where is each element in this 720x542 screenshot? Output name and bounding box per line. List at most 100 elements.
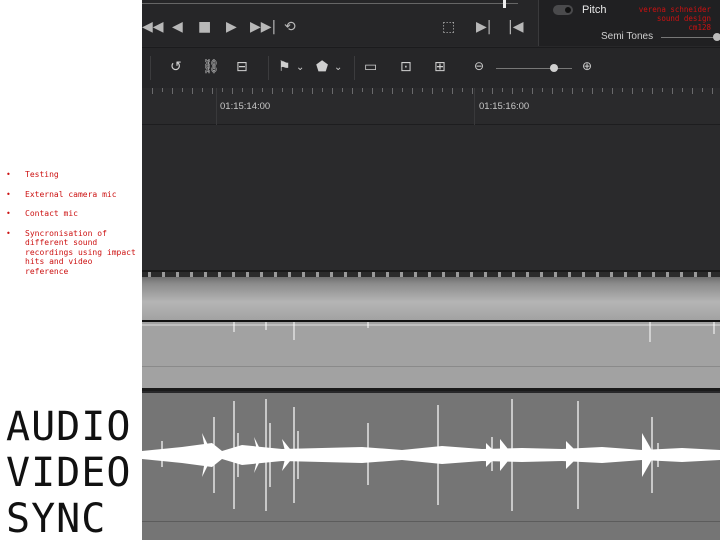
- ruler-tick: [202, 88, 203, 92]
- credit-text: verena schneider sound design cm128: [639, 5, 711, 32]
- scrub-bar[interactable]: [142, 3, 518, 4]
- ruler-tick: [332, 88, 333, 94]
- semitones-slider[interactable]: [661, 37, 717, 38]
- next-clip-icon[interactable]: ▶|: [476, 19, 491, 35]
- flag-icon[interactable]: ⚑: [278, 59, 291, 75]
- toolbar-divider: [354, 56, 355, 80]
- ruler-tick: [602, 88, 603, 92]
- ruler-tick: [712, 88, 713, 94]
- rewind-icon[interactable]: ◀◀: [142, 19, 164, 35]
- zoom-custom-icon[interactable]: ⊞: [434, 59, 446, 75]
- bullet-item: External camera mic: [6, 190, 140, 200]
- ruler-tick: [692, 88, 693, 94]
- ruler-tick: [492, 88, 493, 94]
- fullscreen-icon[interactable]: ⬚: [442, 19, 455, 35]
- chevron-down-icon[interactable]: ⌄: [296, 62, 304, 73]
- ruler-tick: [232, 88, 233, 94]
- ruler-tick: [412, 88, 413, 94]
- ruler-tick: [472, 88, 473, 94]
- semitones-slider-knob[interactable]: [713, 33, 720, 41]
- slide-text-panel: Testing External camera mic Contact mic …: [0, 0, 142, 542]
- ruler-tick: [672, 88, 673, 94]
- ruler-tick: [592, 88, 593, 94]
- timecode-label: 01:15:16:00: [479, 101, 530, 112]
- ruler-tick: [562, 88, 563, 92]
- lock-icon[interactable]: ⊟: [236, 59, 248, 75]
- ruler-tick: [512, 88, 513, 94]
- ruler-tick: [302, 88, 303, 92]
- zoom-slider-knob[interactable]: [550, 64, 558, 72]
- pitch-label: Pitch: [582, 4, 607, 16]
- ruler-tick: [342, 88, 343, 92]
- video-clip[interactable]: [142, 270, 720, 322]
- playhead-handle[interactable]: [503, 0, 506, 8]
- bullet-list: Testing External camera mic Contact mic …: [6, 170, 140, 286]
- marker-icon[interactable]: ⬟: [316, 59, 328, 75]
- ruler-tick: [552, 88, 553, 94]
- timeline-toolbar: ↺ ⛓ ⊟ ⚑ ⌄ ⬟ ⌄ ▭ ⊡ ⊞ ⊖ ⊕: [142, 47, 720, 89]
- ruler-tick: [152, 88, 153, 94]
- film-sprockets: [142, 272, 720, 277]
- step-back-icon[interactable]: ◀: [172, 19, 183, 35]
- ruler-tick: [252, 88, 253, 94]
- bullet-item: Syncronisation of different sound record…: [6, 229, 140, 277]
- ruler-tick: [392, 88, 393, 94]
- fast-forward-icon[interactable]: ▶▶|: [250, 19, 276, 35]
- ruler-tick: [652, 88, 653, 94]
- zoom-detail-icon[interactable]: ⊡: [400, 59, 412, 75]
- snap-icon[interactable]: ↺: [170, 59, 182, 75]
- bullet-item: Testing: [6, 170, 140, 180]
- ruler-tick: [542, 88, 543, 92]
- link-icon[interactable]: ⛓: [202, 59, 220, 75]
- timecode-label: 01:15:14:00: [220, 101, 271, 112]
- chevron-down-icon[interactable]: ⌄: [334, 62, 342, 73]
- pitch-toggle[interactable]: [553, 5, 573, 15]
- audio-clip-camera[interactable]: [142, 322, 720, 391]
- ruler-tick: [422, 88, 423, 92]
- ruler-tick: [182, 88, 183, 92]
- zoom-full-icon[interactable]: ▭: [364, 59, 377, 75]
- loop-icon[interactable]: ⟲: [284, 19, 296, 35]
- ruler-tick: [272, 88, 273, 94]
- ruler-tick: [462, 88, 463, 92]
- audio-clip-contact[interactable]: [142, 393, 720, 540]
- ruler-tick: [482, 88, 483, 92]
- ruler-tick: [572, 88, 573, 94]
- transport-bar: ◀◀ ◀ ■ ▶ ▶▶| ⟲ ⬚ ▶| |◀: [142, 0, 538, 46]
- ruler-tick: [432, 88, 433, 94]
- inspector-panel: Pitch verena schneider sound design cm12…: [538, 0, 720, 46]
- credit-line: sound design: [656, 14, 711, 23]
- ruler-tick: [352, 88, 353, 94]
- stop-icon[interactable]: ■: [198, 19, 211, 35]
- ruler-tick: [282, 88, 283, 92]
- ruler-tick: [402, 88, 403, 92]
- prev-clip-icon[interactable]: |◀: [508, 19, 523, 35]
- ruler-tick: [702, 88, 703, 92]
- timeline-editor: ◀◀ ◀ ■ ▶ ▶▶| ⟲ ⬚ ▶| |◀ Pitch verena schn…: [142, 0, 720, 540]
- zoom-in-icon[interactable]: ⊕: [582, 59, 592, 73]
- ruler-tick: [322, 88, 323, 92]
- play-icon[interactable]: ▶: [226, 19, 237, 35]
- ruler-tick: [162, 88, 163, 92]
- timeline-empty-area[interactable]: [142, 125, 720, 270]
- audio-waveform-contact: [142, 399, 720, 511]
- ruler-tick: [452, 88, 453, 94]
- ruler-tick: [292, 88, 293, 94]
- ruler-tick: [522, 88, 523, 92]
- ruler-tick: [582, 88, 583, 92]
- zoom-slider[interactable]: [496, 68, 572, 69]
- ruler-tick: [502, 88, 503, 92]
- ruler-tick: [212, 88, 213, 94]
- ruler-tick: [312, 88, 313, 94]
- semitones-label: Semi Tones: [601, 31, 654, 42]
- ruler-tick: [642, 88, 643, 92]
- ruler-tick: [532, 88, 533, 94]
- zoom-out-icon[interactable]: ⊖: [474, 59, 484, 73]
- ruler-tick: [682, 88, 683, 92]
- ruler-tick: [662, 88, 663, 92]
- timecode-ruler[interactable]: 01:15:14:00 01:15:16:00: [142, 88, 720, 125]
- ruler-tick: [622, 88, 623, 92]
- ruler-tick: [382, 88, 383, 92]
- slide-title-line: SYNC: [6, 496, 107, 542]
- track-divider: [142, 366, 720, 367]
